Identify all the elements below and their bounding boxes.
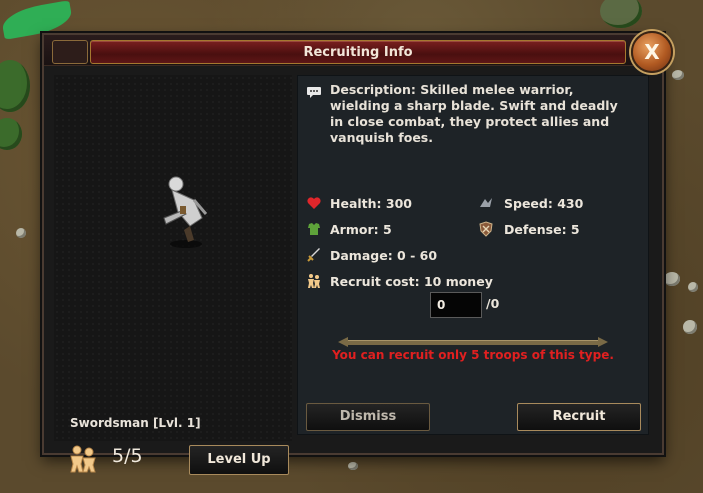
recruit-cost: Recruit cost: 10 money (330, 274, 493, 289)
rock (683, 320, 697, 334)
rock (688, 282, 698, 292)
slider-track[interactable] (348, 340, 598, 345)
health-stat: Health: 300 (330, 196, 412, 211)
unit-description: Description: Skilled melee warrior, wiel… (330, 82, 618, 145)
bush (0, 60, 30, 112)
heart-icon (307, 197, 321, 209)
dismiss-button[interactable]: Dismiss (306, 403, 430, 431)
swordsman-sprite-icon (163, 176, 208, 248)
recruit-amount-field[interactable] (430, 292, 483, 318)
rock (664, 272, 680, 286)
troop-count: 5/5 (112, 445, 143, 467)
title-ornament-icon (52, 40, 88, 64)
shield-icon (479, 221, 493, 237)
rock (16, 228, 26, 238)
sword-icon (307, 248, 320, 262)
unit-info-panel: Description: Skilled melee warrior, wiel… (297, 75, 649, 435)
troops-icon (70, 445, 96, 473)
tree-stump (600, 0, 642, 28)
recruit-button[interactable]: Recruit (517, 403, 641, 431)
speech-bubble-icon (307, 87, 321, 98)
dialog-title: Recruiting Info (303, 45, 413, 60)
speed-stat: Speed: 430 (504, 196, 584, 211)
defense-stat: Defense: 5 (504, 222, 580, 237)
level-up-button[interactable]: Level Up (189, 445, 289, 475)
unit-name-label: Swordsman [Lvl. 1] (70, 416, 201, 430)
rock (348, 462, 358, 470)
damage-stat: Damage: 0 - 60 (330, 248, 438, 263)
recruit-amount-input[interactable] (431, 293, 483, 315)
armor-icon (308, 223, 320, 235)
dialog-title-bar[interactable]: Recruiting Info (44, 35, 662, 66)
recruiting-info-dialog: Recruiting Info X Swordsman [Lvl. 1] 5/5… (42, 31, 673, 475)
slider-left-arrow-icon[interactable] (338, 337, 348, 347)
troops-icon (308, 274, 320, 288)
slider-right-arrow-icon[interactable] (598, 337, 608, 347)
recruit-limit-warning: You can recruit only 5 troops of this ty… (332, 348, 614, 362)
recruit-amount-slider[interactable] (338, 335, 608, 349)
unit-preview-panel: Swordsman [Lvl. 1] 5/5 Level Up (54, 75, 292, 475)
speed-icon (480, 198, 492, 207)
close-button[interactable]: X (631, 31, 673, 73)
recruit-max-label: /0 (486, 296, 500, 311)
bush (0, 118, 22, 150)
armor-stat: Armor: 5 (330, 222, 392, 237)
rock (672, 70, 684, 80)
title-plate: Recruiting Info (90, 40, 626, 64)
